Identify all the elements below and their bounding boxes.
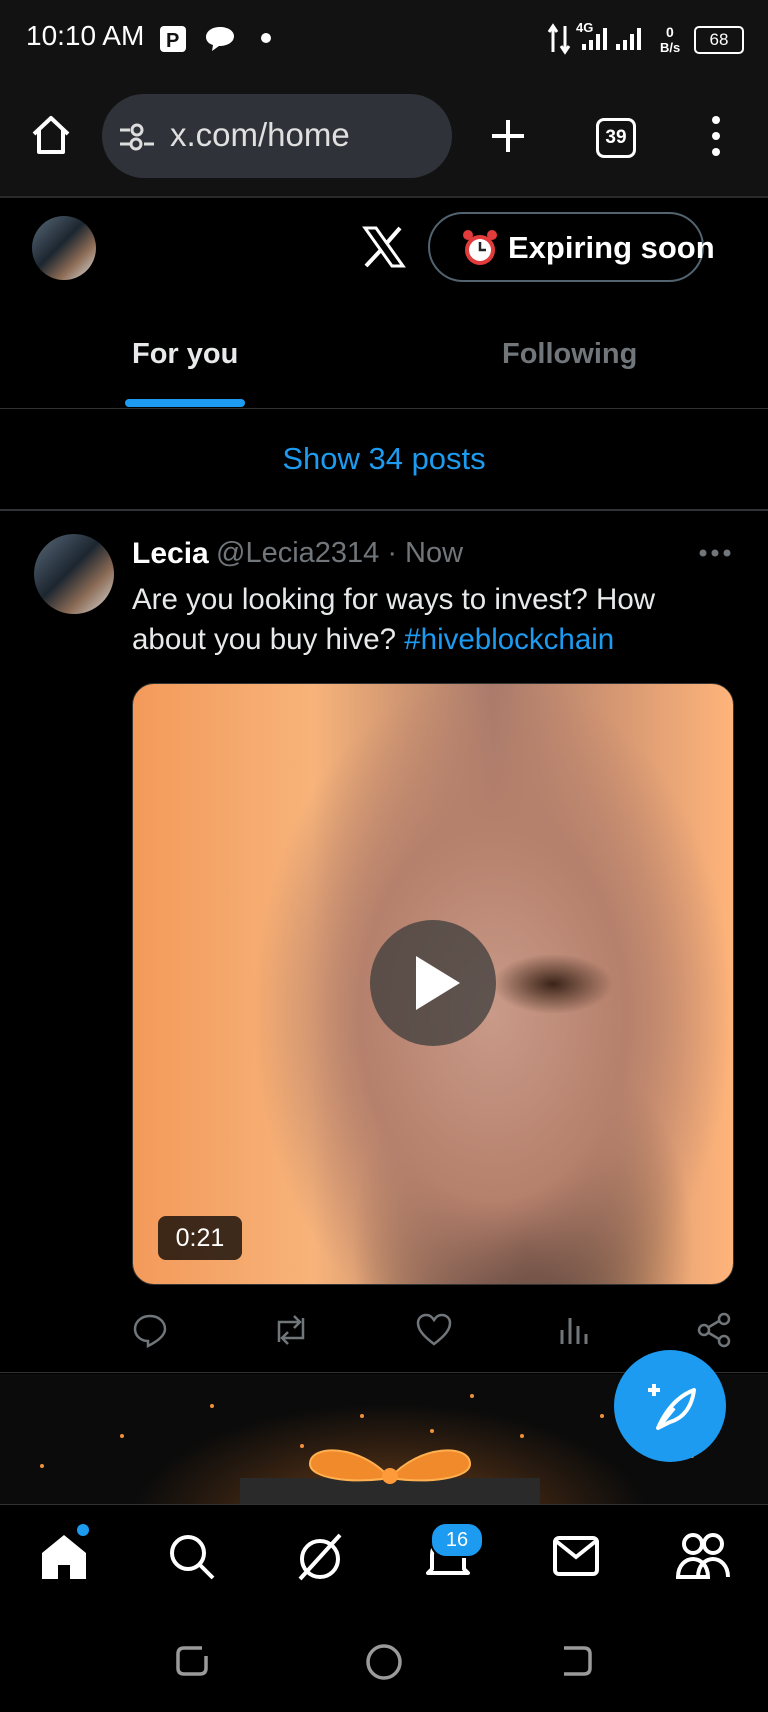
net-speed-value: 0 [666,24,674,40]
tweet-more-icon[interactable] [698,546,732,560]
tweet-author-name[interactable]: Lecia [132,537,209,571]
status-time: 10:10 AM [26,20,145,51]
tweet-author-avatar[interactable] [34,534,114,614]
play-button[interactable] [370,920,496,1046]
battery-level: 68 [709,30,729,49]
like-icon[interactable] [416,1312,452,1348]
x-logo-icon[interactable] [362,226,406,268]
site-settings-icon[interactable] [118,122,156,152]
back-icon[interactable] [558,1642,594,1678]
url-text[interactable]: x.com/home [170,116,350,154]
compose-post-button[interactable] [614,1350,726,1462]
play-icon [416,956,460,1010]
new-tab-icon[interactable] [488,116,528,156]
tweet-text: Are you looking for ways to invest? How … [132,580,712,660]
data-arrows-icon [547,23,571,55]
tweet-hashtag[interactable]: #hiveblockchain [404,623,614,656]
alarm-clock-icon [463,230,497,265]
svg-text:P: P [166,30,179,52]
compose-feather-icon [648,1384,696,1430]
tweet-author-handle[interactable]: @Lecia2314 · Now [216,537,463,570]
notifications-badge: 16 [430,1522,484,1558]
repost-icon[interactable] [270,1312,312,1348]
x-header: Expiring soon For you Following [0,198,768,409]
share-icon[interactable] [696,1312,732,1348]
views-icon[interactable] [558,1312,590,1348]
video-duration: 0:21 [158,1216,242,1260]
more-menu-icon[interactable] [706,114,726,158]
home-unread-dot [77,1524,89,1536]
status-bar: 10:10 AM P 4G 0 B/s 68 [0,0,768,78]
reply-icon[interactable] [132,1312,168,1348]
nav-communities-icon[interactable] [676,1531,730,1581]
signal-icon [582,28,641,50]
show-new-posts[interactable]: Show 34 posts [0,409,768,511]
nav-grok-icon[interactable] [294,1531,346,1583]
active-tab-indicator [125,399,245,407]
show-posts-label[interactable]: Show 34 posts [0,441,768,477]
net-speed-unit: B/s [660,40,681,55]
recents-icon[interactable] [174,1642,210,1678]
chat-bubble-icon [206,27,234,51]
tab-for-you[interactable]: For you [132,338,238,371]
bottom-navigation [0,1504,768,1613]
nav-search-icon[interactable] [168,1533,216,1581]
tab-switcher-button[interactable]: 39 [596,118,636,158]
expiring-soon-label: Expiring soon [508,230,715,265]
gift-box-icon [240,1449,540,1504]
nav-home-icon[interactable] [40,1533,88,1581]
tab-following[interactable]: Following [502,338,637,371]
browser-toolbar: x.com/home 39 [0,78,768,198]
nav-messages-icon[interactable] [552,1535,600,1577]
parking-icon: P [160,26,186,52]
battery-icon: 68 [694,26,744,54]
profile-avatar[interactable] [32,216,96,280]
dot-icon [261,33,271,43]
system-navigation-bar [0,1612,768,1712]
system-home-icon[interactable] [364,1642,404,1682]
home-icon[interactable] [30,114,72,156]
